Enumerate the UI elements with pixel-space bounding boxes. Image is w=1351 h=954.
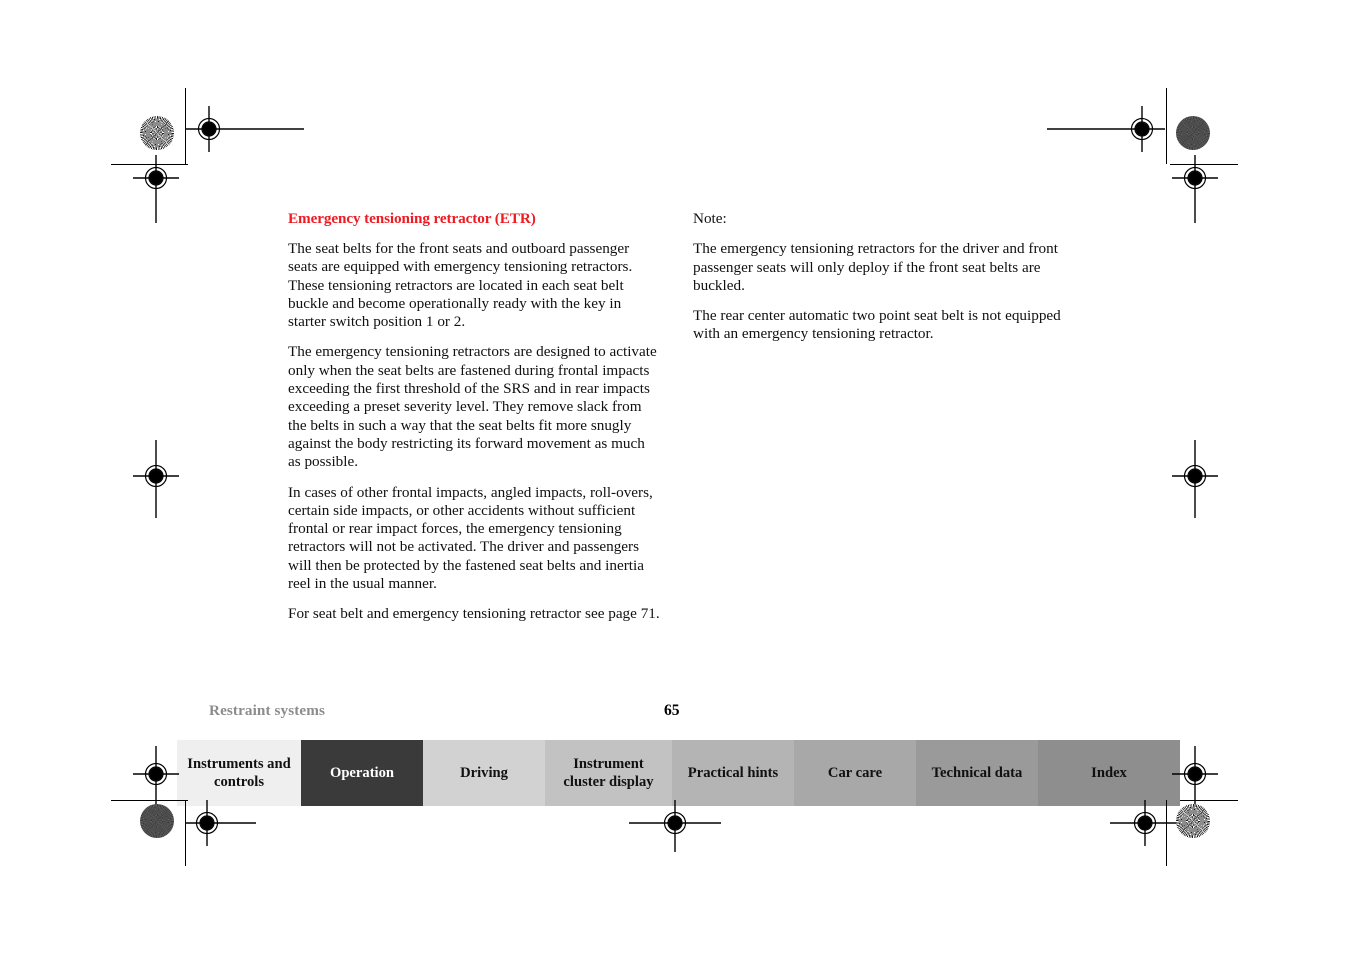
chapter-tab-car-care[interactable]: Car care xyxy=(794,740,916,806)
chapter-tab-label: Instruments and controls xyxy=(187,756,291,790)
chapter-tab-instruments-and-controls[interactable]: Instruments and controls xyxy=(177,740,301,806)
crop-line-vertical xyxy=(1166,88,1167,164)
registration-crosshair xyxy=(1172,155,1218,223)
registration-crosshair xyxy=(133,155,179,223)
registration-crosshair xyxy=(629,800,721,852)
chapter-tab-bar[interactable]: Instruments and controls Operation Driving… xyxy=(177,740,1180,806)
section-heading: Emergency tensioning retractor (ETR) xyxy=(288,210,536,227)
body-paragraph: In cases of other frontal impacts, angle… xyxy=(288,483,653,593)
page-number: 65 xyxy=(664,702,680,719)
body-paragraph: The emergency tensioning retractors are … xyxy=(288,343,657,471)
body-paragraph: For seat belt and emergency tensioning r… xyxy=(288,605,660,623)
registration-crosshair xyxy=(1110,800,1180,846)
registration-crosshair xyxy=(1047,106,1165,152)
chapter-tab-driving[interactable]: Driving xyxy=(423,740,545,806)
chapter-tab-instrument-cluster-display[interactable]: Instrument cluster display xyxy=(545,740,672,806)
chapter-tab-label: Operation xyxy=(329,765,395,781)
chapter-tab-technical-data[interactable]: Technical data xyxy=(916,740,1038,806)
note-paragraph: The rear center automatic two point seat… xyxy=(693,307,1061,343)
footer-section-label: Restraint systems xyxy=(209,702,326,719)
registration-crosshair xyxy=(133,440,179,518)
registration-crosshair xyxy=(186,800,256,846)
chapter-tab-label: Technical data xyxy=(931,765,1023,781)
print-control-rosette xyxy=(1176,804,1210,838)
registration-crosshair xyxy=(186,106,304,152)
chapter-tab-operation[interactable]: Operation xyxy=(301,740,423,806)
registration-crosshair xyxy=(133,746,179,810)
chapter-tab-index[interactable]: Index xyxy=(1038,740,1180,806)
chapter-tab-label: Driving xyxy=(460,765,508,781)
print-control-rosette xyxy=(140,804,174,838)
page-footer: Restraint systems 65 xyxy=(209,702,1181,724)
left-text-column: Emergency tensioning retractor (ETR) The… xyxy=(288,210,660,624)
registration-crosshair xyxy=(1172,440,1218,518)
body-paragraph: The seat belts for the front seats and o… xyxy=(288,240,633,331)
chapter-tab-label: Practical hints xyxy=(687,765,779,781)
right-text-column: Note: The emergency tensioning retractor… xyxy=(693,210,1065,344)
chapter-tab-label: Car care xyxy=(827,765,883,781)
note-label: Note: xyxy=(693,210,727,227)
chapter-tab-label: Index xyxy=(1091,765,1127,781)
registration-crosshair xyxy=(1172,746,1218,810)
crop-line-horizontal xyxy=(1180,800,1238,801)
chapter-tab-practical-hints[interactable]: Practical hints xyxy=(672,740,794,806)
print-control-rosette xyxy=(1176,116,1210,150)
manual-page: Emergency tensioning retractor (ETR) The… xyxy=(0,0,1351,954)
note-paragraph: The emergency tensioning retractors for … xyxy=(693,240,1058,294)
chapter-tab-label: Instrument cluster display xyxy=(563,756,654,790)
print-control-rosette xyxy=(140,116,174,150)
